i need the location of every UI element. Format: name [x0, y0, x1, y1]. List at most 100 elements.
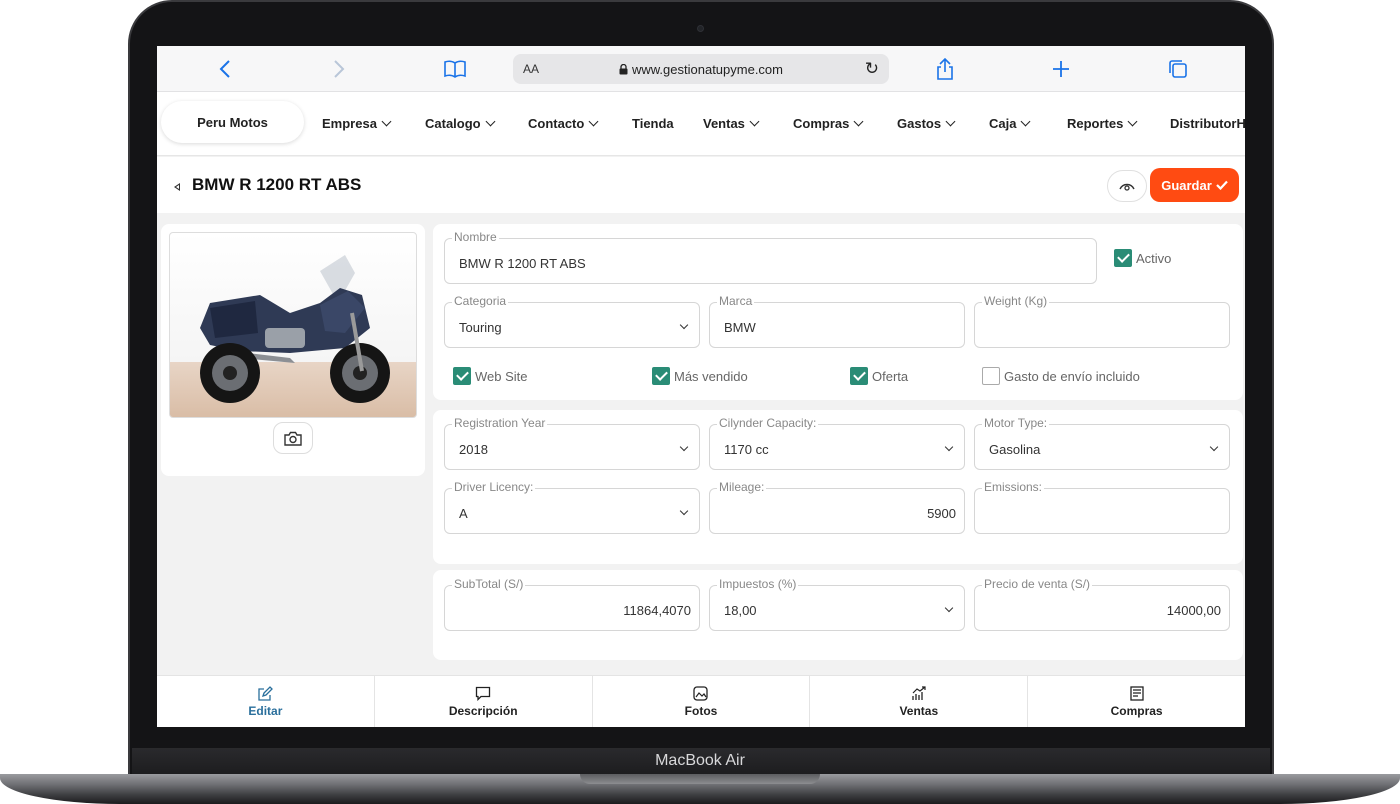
tab-label: Compras — [1110, 703, 1163, 718]
nav-item-label: Reportes — [1067, 116, 1124, 131]
nav-item-label: Gastos — [897, 116, 942, 131]
address-bar[interactable]: AA www.gestionatupyme.com ↻ — [513, 54, 889, 84]
chevron-down-icon — [945, 116, 956, 127]
weight-field[interactable]: Weight (Kg) — [974, 294, 1230, 348]
chevron-down-icon — [749, 116, 760, 127]
activo-checkbox[interactable]: Activo — [1114, 249, 1171, 267]
new-tab-icon[interactable] — [1049, 56, 1073, 82]
nav-item-caja[interactable]: Caja — [989, 116, 1031, 131]
save-button[interactable]: Guardar — [1150, 168, 1239, 202]
registration-year-select[interactable]: Registration Year 2018 — [444, 416, 700, 470]
specs-panel: Registration Year 2018 Cilynder Capacity… — [433, 410, 1243, 564]
field-value: Gasolina — [989, 442, 1041, 457]
lock-icon — [619, 63, 628, 74]
nav-item-contacto[interactable]: Contacto — [528, 116, 599, 131]
field-value: A — [459, 506, 468, 521]
checkbox-unchecked-icon — [982, 367, 1000, 385]
check-icon — [1216, 180, 1228, 190]
tabs-icon[interactable] — [1166, 56, 1190, 82]
chevron-down-icon — [485, 116, 496, 127]
nav-item-label: DistributorHo — [1170, 116, 1245, 131]
driver-licency-select[interactable]: Driver Licency: A — [444, 480, 700, 534]
edit-icon — [257, 685, 274, 701]
bookmarks-icon[interactable] — [443, 56, 467, 82]
checkbox-label: Activo — [1136, 250, 1172, 266]
share-icon[interactable] — [933, 56, 957, 82]
tab-descripcion[interactable]: Descripción — [375, 676, 593, 727]
gasto-envio-checkbox[interactable]: Gasto de envío incluido — [982, 367, 1140, 385]
marca-field[interactable]: Marca BMW — [709, 294, 965, 348]
pricing-panel: SubTotal (S/) 11864,4070 Impuestos (%) 1… — [433, 570, 1243, 660]
nav-item-compras[interactable]: Compras — [793, 116, 864, 131]
oferta-checkbox[interactable]: Oferta — [850, 367, 908, 385]
page-header: BMW R 1200 RT ABS Guardar — [157, 157, 1245, 213]
motor-type-select[interactable]: Motor Type: Gasolina — [974, 416, 1230, 470]
nav-item-reportes[interactable]: Reportes — [1067, 116, 1138, 131]
field-value: 18,00 — [724, 603, 757, 618]
field-label: Impuestos (%) — [717, 577, 799, 591]
checkbox-label: Más vendido — [674, 368, 748, 384]
nav-item-label: Ventas — [703, 116, 745, 131]
cylinder-capacity-select[interactable]: Cilynder Capacity: 1170 cc — [709, 416, 965, 470]
tab-label: Editar — [248, 703, 283, 718]
field-label: Mileage: — [717, 480, 767, 494]
field-value: 11864,4070 — [623, 603, 691, 618]
chevron-down-icon — [944, 442, 954, 452]
checkbox-checked-icon — [850, 367, 868, 385]
field-label: SubTotal (S/) — [452, 577, 526, 591]
reload-icon[interactable]: ↻ — [865, 59, 879, 79]
laptop-notch — [580, 774, 820, 784]
url-value: www.gestionatupyme.com — [631, 61, 783, 77]
back-icon[interactable] — [213, 56, 237, 82]
product-photo — [169, 232, 417, 418]
tab-label: Descripción — [448, 703, 518, 718]
back-arrow-icon[interactable] — [174, 183, 180, 191]
field-label: Marca — [717, 294, 755, 308]
comment-icon — [475, 686, 491, 701]
checkbox-checked-icon — [1114, 249, 1132, 267]
photo-icon — [693, 685, 709, 701]
emissions-field[interactable]: Emissions: — [974, 480, 1230, 534]
nombre-field[interactable]: Nombre BMW R 1200 RT ABS — [444, 230, 1097, 284]
mileage-field[interactable]: Mileage: 5900 — [709, 480, 965, 534]
chevron-down-icon — [381, 116, 392, 127]
mas-vendido-checkbox[interactable]: Más vendido — [652, 367, 748, 385]
field-label: Emissions: — [982, 480, 1045, 494]
nav-item-ventas[interactable]: Ventas — [703, 116, 760, 131]
nav-item-tienda[interactable]: Tienda — [632, 116, 674, 131]
tab-fotos[interactable]: Fotos — [593, 676, 811, 727]
nav-item-gastos[interactable]: Gastos — [897, 116, 956, 131]
url-text: www.gestionatupyme.com — [513, 62, 889, 77]
field-label: Weight (Kg) — [982, 294, 1050, 308]
brand-button[interactable]: Peru Motos — [161, 101, 304, 143]
field-value: 1170 cc — [724, 442, 769, 457]
field-label: Categoria — [452, 294, 509, 308]
nav-item-distributor[interactable]: DistributorHo — [1170, 116, 1245, 131]
precio-venta-field[interactable]: Precio de venta (S/) 14000,00 — [974, 577, 1230, 631]
tab-editar[interactable]: Editar — [157, 676, 375, 727]
tab-compras[interactable]: Compras — [1028, 676, 1245, 727]
chevron-down-icon — [853, 116, 864, 127]
field-label: Nombre — [452, 230, 499, 244]
impuestos-select[interactable]: Impuestos (%) 18,00 — [709, 577, 965, 631]
nav-item-catalogo[interactable]: Catalogo — [425, 116, 496, 131]
forward-icon[interactable] — [327, 56, 351, 82]
subtotal-field[interactable]: SubTotal (S/) 11864,4070 — [444, 577, 700, 631]
preview-button[interactable] — [1107, 170, 1147, 202]
tab-label: Ventas — [899, 703, 939, 718]
upload-photo-button[interactable] — [273, 422, 313, 454]
categoria-select[interactable]: Categoria Touring — [444, 294, 700, 348]
nav-item-label: Catalogo — [425, 116, 481, 131]
chart-icon — [911, 685, 927, 700]
checkbox-checked-icon — [652, 367, 670, 385]
browser-toolbar: AA www.gestionatupyme.com ↻ — [157, 46, 1245, 92]
web-site-checkbox[interactable]: Web Site — [453, 367, 528, 385]
tab-ventas[interactable]: Ventas — [810, 676, 1029, 727]
checkbox-label: Gasto de envío incluido — [1004, 368, 1140, 384]
chevron-down-icon — [1127, 116, 1138, 127]
nav-item-label: Contacto — [528, 116, 585, 131]
nav-item-empresa[interactable]: Empresa — [322, 116, 392, 131]
field-label: Registration Year — [452, 416, 548, 430]
checkbox-label: Web Site — [475, 368, 528, 384]
field-label: Cilynder Capacity: — [717, 416, 819, 430]
